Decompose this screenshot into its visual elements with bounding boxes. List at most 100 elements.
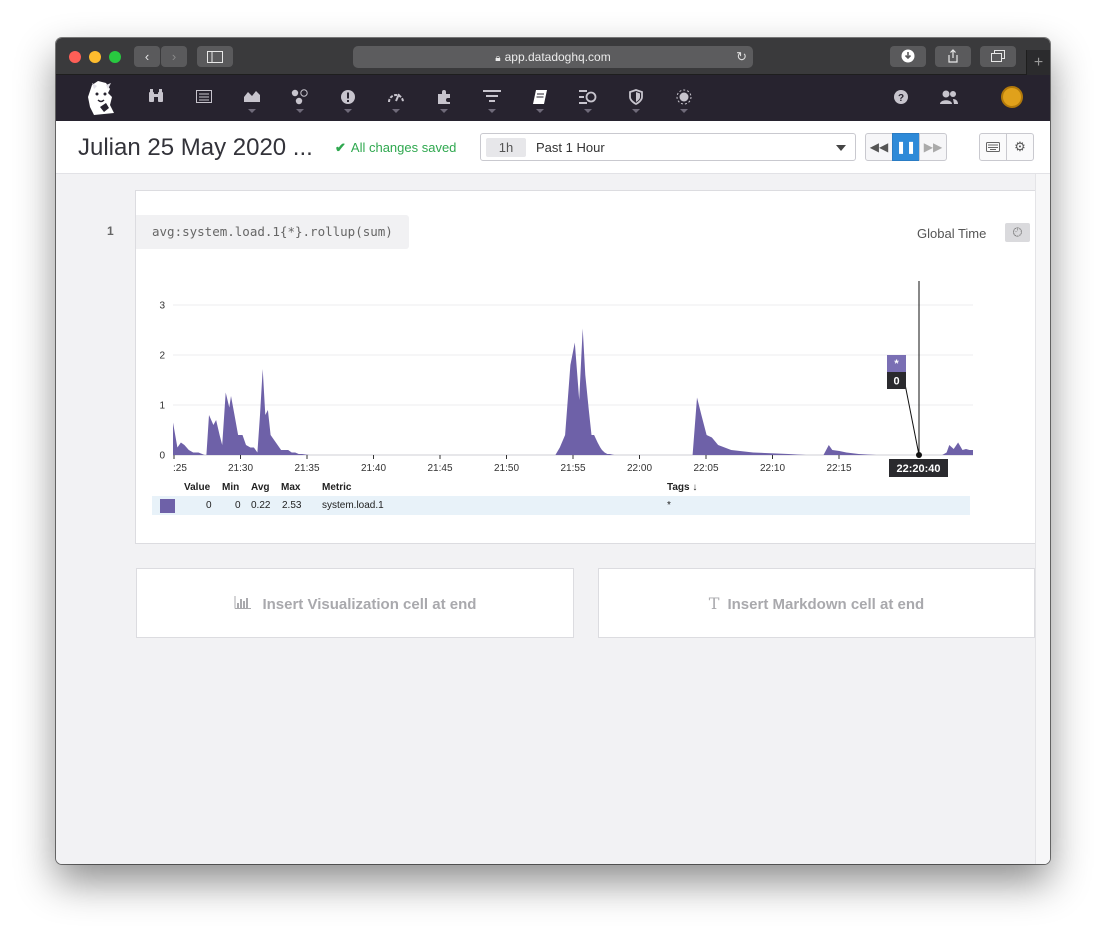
shield-icon[interactable] [626, 89, 646, 113]
global-time-button[interactable]: 🕘︎ [1005, 223, 1030, 242]
sidebar-toggle-button[interactable] [197, 46, 233, 67]
insert-markdown-button[interactable]: T Insert Markdown cell at end [598, 568, 1035, 638]
legend-header-tags[interactable]: Tags ↓ [667, 482, 697, 493]
legend-header-metric[interactable]: Metric [322, 482, 351, 493]
legend-metric: system.load.1 [322, 500, 384, 511]
downloads-button[interactable] [890, 46, 926, 67]
chevron-down-icon [488, 109, 496, 113]
browser-toolbar: ‹ › 🔒︎ app.datadoghq.com ↻ + [56, 38, 1050, 75]
x-tick-label: 22:10 [760, 463, 785, 474]
close-window-button[interactable] [69, 51, 81, 63]
legend-avg: 0.22 [251, 500, 271, 511]
alert-icon[interactable] [338, 89, 358, 113]
filter-icon[interactable] [482, 89, 502, 113]
cell-number: 1 [107, 224, 114, 238]
check-icon: ✔ [335, 140, 346, 155]
bug-icon[interactable] [674, 89, 694, 113]
x-tick-label: 22:15 [826, 463, 851, 474]
x-tick-label: 21:45 [427, 463, 452, 474]
fast-forward-button[interactable]: ▶▶ [919, 133, 947, 161]
pause-icon: ❚❚ [895, 140, 917, 154]
series-swatch [160, 499, 175, 513]
x-tick-label: 21:55 [560, 463, 585, 474]
browser-window: ‹ › 🔒︎ app.datadoghq.com ↻ + ? Julian 25… [56, 38, 1050, 864]
legend-max: 2.53 [282, 500, 302, 511]
hexagons-icon[interactable] [290, 89, 310, 113]
lock-icon: 🔒︎ [495, 53, 501, 64]
area-chart-icon[interactable] [242, 89, 262, 113]
rewind-button[interactable]: ◀◀ [865, 133, 893, 161]
time-range-label: Past 1 Hour [536, 140, 605, 155]
legend-header-max[interactable]: Max [281, 482, 300, 493]
forward-button[interactable]: › [161, 46, 187, 67]
chevron-left-icon: ‹ [144, 49, 150, 64]
time-range-picker[interactable]: 1h Past 1 Hour [480, 133, 856, 161]
apm-icon[interactable] [578, 89, 598, 113]
page-title[interactable]: Julian 25 May 2020 ... [78, 134, 313, 162]
list-icon[interactable] [194, 89, 214, 107]
legend-header-value[interactable]: Value [184, 482, 210, 493]
team-icon[interactable] [939, 89, 959, 107]
share-button[interactable] [935, 46, 971, 67]
timeseries-chart[interactable]: 0 1 2 3:25 21:30 21:35 21:40 21:45 21:50 21:55 22:… [136, 271, 1016, 481]
minimize-window-button[interactable] [89, 51, 101, 63]
save-status-label: All changes saved [350, 140, 457, 155]
svg-text:?: ? [898, 93, 904, 104]
keyboard-icon [986, 142, 1000, 152]
legend-header-avg[interactable]: Avg [251, 482, 270, 493]
insert-visualization-button[interactable]: Insert Visualization cell at end [136, 568, 574, 638]
help-icon[interactable]: ? [891, 89, 911, 107]
hover-point [916, 452, 922, 458]
bar-chart-icon [234, 596, 255, 612]
download-icon [901, 49, 915, 63]
x-tick-label: 22:05 [693, 463, 718, 474]
notebook-icon[interactable] [530, 89, 550, 113]
settings-button[interactable]: ⚙ [1006, 133, 1034, 161]
reload-icon[interactable]: ↻ [736, 46, 747, 68]
y-tick-label: 0 [159, 451, 165, 462]
cell-query[interactable]: avg:system.load.1{*}.rollup(sum) [136, 215, 409, 249]
pause-button[interactable]: ❚❚ [892, 133, 920, 161]
gauge-icon[interactable] [386, 89, 406, 113]
tooltip-series-label: * [894, 358, 899, 370]
legend-tags: * [667, 500, 671, 511]
tooltip-value-label: 0 [893, 376, 899, 388]
address-bar[interactable]: 🔒︎ app.datadoghq.com ↻ [353, 46, 753, 68]
avatar[interactable] [1001, 86, 1023, 108]
x-tick-label: 22:00 [627, 463, 652, 474]
insert-markdown-label: Insert Markdown cell at end [727, 596, 925, 613]
share-icon [948, 49, 958, 63]
gear-icon: ⚙ [1014, 139, 1026, 154]
chevron-down-icon [536, 109, 544, 113]
chevron-right-icon: › [171, 49, 177, 64]
datadog-navbar: ? [56, 75, 1050, 121]
puzzle-icon[interactable] [434, 89, 454, 113]
chevron-down-icon [296, 109, 304, 113]
y-tick-label: 3 [159, 301, 165, 312]
timeseries-cell[interactable]: avg:system.load.1{*}.rollup(sum) Global … [135, 190, 1035, 544]
legend-min: 0 [235, 500, 241, 511]
plus-icon: + [1033, 54, 1044, 71]
scrollbar[interactable] [1035, 174, 1050, 864]
url-text: app.datadoghq.com [504, 50, 611, 64]
tabs-overview-button[interactable] [980, 46, 1016, 67]
insert-visualization-label: Insert Visualization cell at end [262, 596, 477, 613]
chevron-down-icon [344, 109, 352, 113]
rewind-icon: ◀◀ [869, 140, 889, 154]
global-time-label: Global Time [917, 226, 987, 241]
fast-forward-icon: ▶▶ [923, 140, 943, 154]
x-tick-label: 21:50 [494, 463, 519, 474]
legend-header-min[interactable]: Min [222, 482, 239, 493]
series-area [173, 328, 973, 455]
zoom-window-button[interactable] [109, 51, 121, 63]
chevron-down-icon [440, 109, 448, 113]
keyboard-shortcuts-button[interactable] [979, 133, 1007, 161]
new-tab-button[interactable]: + [1026, 50, 1050, 75]
binoculars-icon[interactable] [146, 89, 166, 107]
chevron-down-icon [248, 109, 256, 113]
x-tick-label: 21:40 [361, 463, 386, 474]
datadog-logo[interactable] [84, 79, 120, 117]
save-status: ✔ All changes saved [335, 140, 456, 156]
back-button[interactable]: ‹ [134, 46, 160, 67]
legend-row[interactable]: 0 0 0.22 2.53 system.load.1 * [152, 496, 970, 515]
